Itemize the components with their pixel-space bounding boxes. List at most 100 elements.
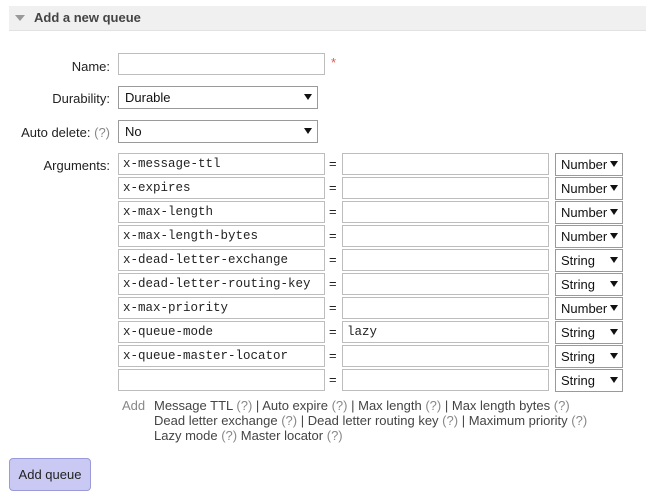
auto-delete-label-text: Auto delete:	[21, 125, 91, 140]
argument-type-select[interactable]: String	[555, 345, 623, 368]
dropdown-arrow-icon	[304, 128, 312, 134]
argument-type-value: String	[561, 253, 595, 268]
dropdown-arrow-icon	[610, 257, 618, 263]
argument-type-select[interactable]: Number	[555, 153, 623, 176]
equals-sign: =	[329, 348, 337, 363]
argument-key-input[interactable]: x-message-ttl	[118, 153, 325, 175]
equals-sign: =	[329, 180, 337, 195]
name-label: Name:	[71, 59, 110, 74]
equals-sign: =	[329, 276, 337, 291]
add-dead-letter-exchange-link[interactable]: Dead letter exchange	[154, 413, 278, 428]
equals-sign: =	[329, 252, 337, 267]
add-argument-label: Add	[122, 398, 146, 413]
section-title: Add a new queue	[34, 10, 141, 25]
name-input[interactable]	[118, 53, 325, 75]
dropdown-arrow-icon	[610, 209, 618, 215]
auto-delete-label: Auto delete: (?)	[6, 125, 110, 140]
link-separator: |	[351, 398, 355, 413]
argument-type-value: Number	[561, 229, 608, 244]
argument-value-input[interactable]	[342, 153, 549, 175]
dropdown-arrow-icon	[610, 161, 618, 167]
required-asterisk: *	[331, 55, 337, 70]
argument-value-input[interactable]	[342, 345, 549, 367]
argument-value-input[interactable]	[342, 201, 549, 223]
argument-type-value: Number	[561, 181, 608, 196]
argument-type-select[interactable]: Number	[555, 297, 623, 320]
argument-type-value: String	[561, 373, 595, 388]
argument-key-input[interactable]	[118, 369, 325, 391]
argument-type-select[interactable]: Number	[555, 201, 623, 224]
collapse-triangle-icon[interactable]	[15, 15, 25, 21]
argument-key-input[interactable]: x-max-length	[118, 201, 325, 223]
auto-delete-select-value: No	[125, 124, 142, 139]
argument-value-input[interactable]	[342, 177, 549, 199]
arguments-label: Arguments:	[43, 158, 110, 173]
add-maximum-priority-link[interactable]: Maximum priority	[469, 413, 568, 428]
add-queue-button[interactable]: Add queue	[9, 458, 91, 491]
auto-delete-help-link[interactable]: (?)	[94, 125, 110, 140]
argument-key-input[interactable]: x-dead-letter-exchange	[118, 249, 325, 271]
dead-letter-routing-key-help-link[interactable]: (?)	[442, 413, 458, 428]
dropdown-arrow-icon	[610, 281, 618, 287]
master-locator-help-link[interactable]: (?)	[327, 428, 343, 443]
argument-type-value: Number	[561, 157, 608, 172]
argument-type-select[interactable]: String	[555, 249, 623, 272]
dead-letter-exchange-help-link[interactable]: (?)	[281, 413, 297, 428]
add-master-locator-link[interactable]: Master locator	[241, 428, 323, 443]
argument-value-input[interactable]	[342, 369, 549, 391]
durability-select-value: Durable	[125, 90, 171, 105]
argument-value-input[interactable]	[342, 225, 549, 247]
section-header[interactable]: Add a new queue	[9, 6, 646, 31]
equals-sign: =	[329, 300, 337, 315]
argument-key-input[interactable]: x-expires	[118, 177, 325, 199]
link-separator: |	[300, 413, 305, 428]
add-max-length-link[interactable]: Max length	[358, 398, 422, 413]
link-separator: |	[444, 398, 449, 413]
argument-type-value: Number	[561, 205, 608, 220]
equals-sign: =	[329, 156, 337, 171]
add-lazy-mode-link[interactable]: Lazy mode	[154, 428, 218, 443]
argument-type-value: String	[561, 277, 595, 292]
equals-sign: =	[329, 324, 337, 339]
auto-expire-help-link[interactable]: (?)	[332, 398, 348, 413]
argument-value-input[interactable]	[342, 249, 549, 271]
add-message-ttl-link[interactable]: Message TTL	[154, 398, 233, 413]
lazy-mode-help-link[interactable]: (?)	[221, 428, 237, 443]
argument-type-value: String	[561, 325, 595, 340]
maximum-priority-help-link[interactable]: (?)	[571, 413, 587, 428]
argument-type-value: String	[561, 349, 595, 364]
auto-delete-select[interactable]: No	[118, 120, 318, 143]
argument-key-input[interactable]: x-queue-mode	[118, 321, 325, 343]
link-separator: |	[461, 413, 466, 428]
argument-type-select[interactable]: Number	[555, 177, 623, 200]
equals-sign: =	[329, 228, 337, 243]
argument-key-input[interactable]: x-max-length-bytes	[118, 225, 325, 247]
add-max-length-bytes-link[interactable]: Max length bytes	[452, 398, 550, 413]
add-dead-letter-routing-key-link[interactable]: Dead letter routing key	[308, 413, 439, 428]
add-argument-links: Message TTL (?) | Auto expire (?) | Max …	[154, 398, 634, 443]
argument-type-select[interactable]: Number	[555, 225, 623, 248]
dropdown-arrow-icon	[610, 233, 618, 239]
durability-select[interactable]: Durable	[118, 86, 318, 109]
max-length-help-link[interactable]: (?)	[425, 398, 441, 413]
argument-type-value: Number	[561, 301, 608, 316]
argument-value-input[interactable]: lazy	[342, 321, 549, 343]
argument-value-input[interactable]	[342, 273, 549, 295]
dropdown-arrow-icon	[610, 305, 618, 311]
argument-key-input[interactable]: x-max-priority	[118, 297, 325, 319]
argument-key-input[interactable]: x-queue-master-locator	[118, 345, 325, 367]
max-length-bytes-help-link[interactable]: (?)	[554, 398, 570, 413]
durability-label: Durability:	[52, 91, 110, 106]
argument-type-select[interactable]: String	[555, 273, 623, 296]
dropdown-arrow-icon	[610, 377, 618, 383]
argument-key-input[interactable]: x-dead-letter-routing-key	[118, 273, 325, 295]
dropdown-arrow-icon	[304, 94, 312, 100]
argument-value-input[interactable]	[342, 297, 549, 319]
argument-type-select[interactable]: String	[555, 321, 623, 344]
message-ttl-help-link[interactable]: (?)	[236, 398, 252, 413]
add-auto-expire-link[interactable]: Auto expire	[262, 398, 328, 413]
dropdown-arrow-icon	[610, 329, 618, 335]
equals-sign: =	[329, 372, 337, 387]
argument-type-select[interactable]: String	[555, 369, 623, 392]
equals-sign: =	[329, 204, 337, 219]
